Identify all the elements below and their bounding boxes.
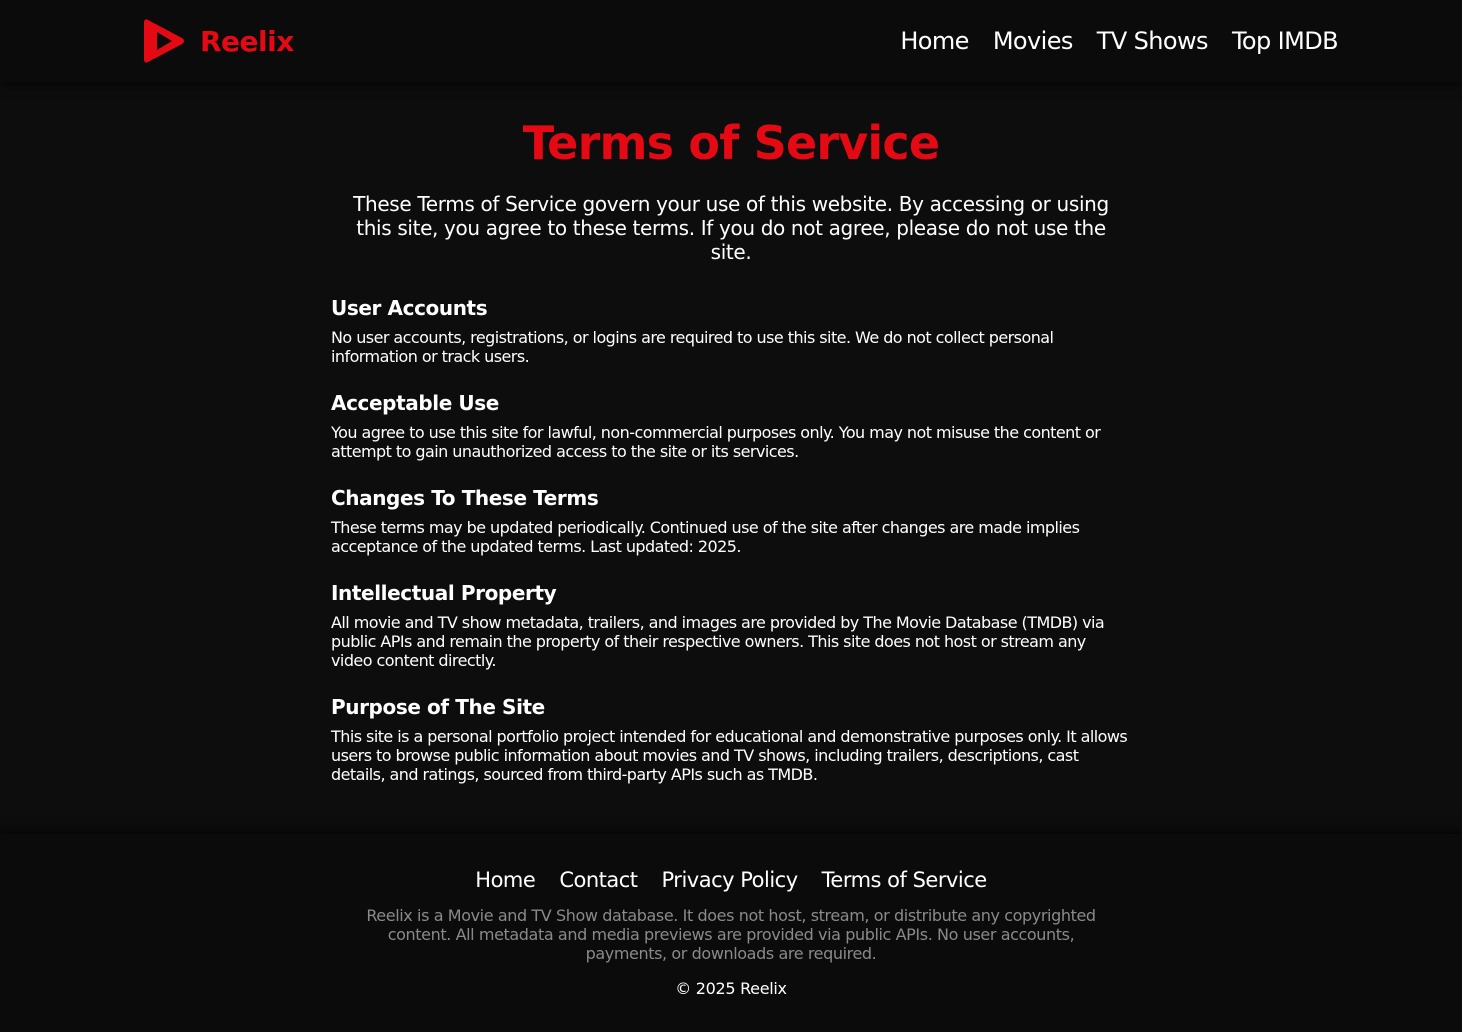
play-triangle-icon xyxy=(142,16,188,66)
section-purpose-of-site: Purpose of The Site This site is a perso… xyxy=(331,695,1131,784)
section-heading: User Accounts xyxy=(331,296,488,320)
footer-disclaimer: Reelix is a Movie and TV Show database. … xyxy=(366,906,1096,963)
nav-link-movies[interactable]: Movies xyxy=(993,24,1074,58)
section-user-accounts: User Accounts No user accounts, registra… xyxy=(331,296,1131,366)
site-footer: Home Contact Privacy Policy Terms of Ser… xyxy=(0,834,1462,1032)
section-body: These terms may be updated periodically.… xyxy=(331,518,1080,556)
main-content: Terms of Service These Terms of Service … xyxy=(331,82,1131,784)
intro-text: These Terms of Service govern your use o… xyxy=(353,192,1109,264)
section-heading: Intellectual Property xyxy=(331,581,557,605)
section-intellectual-property: Intellectual Property All movie and TV s… xyxy=(331,581,1131,670)
section-body: You agree to use this site for lawful, n… xyxy=(331,423,1101,461)
nav-link-tv-shows[interactable]: TV Shows xyxy=(1097,24,1209,58)
main-nav: Home Movies TV Shows Top IMDB xyxy=(900,24,1338,58)
section-heading: Purpose of The Site xyxy=(331,695,545,719)
nav-link-home[interactable]: Home xyxy=(900,24,969,58)
site-header: Reelix Home Movies TV Shows Top IMDB xyxy=(0,0,1462,82)
section-body: All movie and TV show metadata, trailers… xyxy=(331,613,1105,670)
section-body: This site is a personal portfolio projec… xyxy=(331,727,1128,784)
section-changes-to-terms: Changes To These Terms These terms may b… xyxy=(331,486,1131,556)
section-heading: Acceptable Use xyxy=(331,391,499,415)
brand-name: Reelix xyxy=(200,24,294,58)
footer-link-terms-of-service[interactable]: Terms of Service xyxy=(822,866,988,894)
footer-nav: Home Contact Privacy Policy Terms of Ser… xyxy=(0,866,1462,894)
footer-link-privacy-policy[interactable]: Privacy Policy xyxy=(662,866,799,894)
footer-link-contact[interactable]: Contact xyxy=(559,866,638,894)
page-title: Terms of Service xyxy=(522,116,940,170)
logo-link[interactable]: Reelix xyxy=(142,16,294,66)
section-heading: Changes To These Terms xyxy=(331,486,599,510)
section-acceptable-use: Acceptable Use You agree to use this sit… xyxy=(331,391,1131,461)
section-body: No user accounts, registrations, or logi… xyxy=(331,328,1054,366)
footer-link-home[interactable]: Home xyxy=(475,866,536,894)
nav-link-top-imdb[interactable]: Top IMDB xyxy=(1232,24,1339,58)
footer-copyright: © 2025 Reelix xyxy=(675,979,787,998)
